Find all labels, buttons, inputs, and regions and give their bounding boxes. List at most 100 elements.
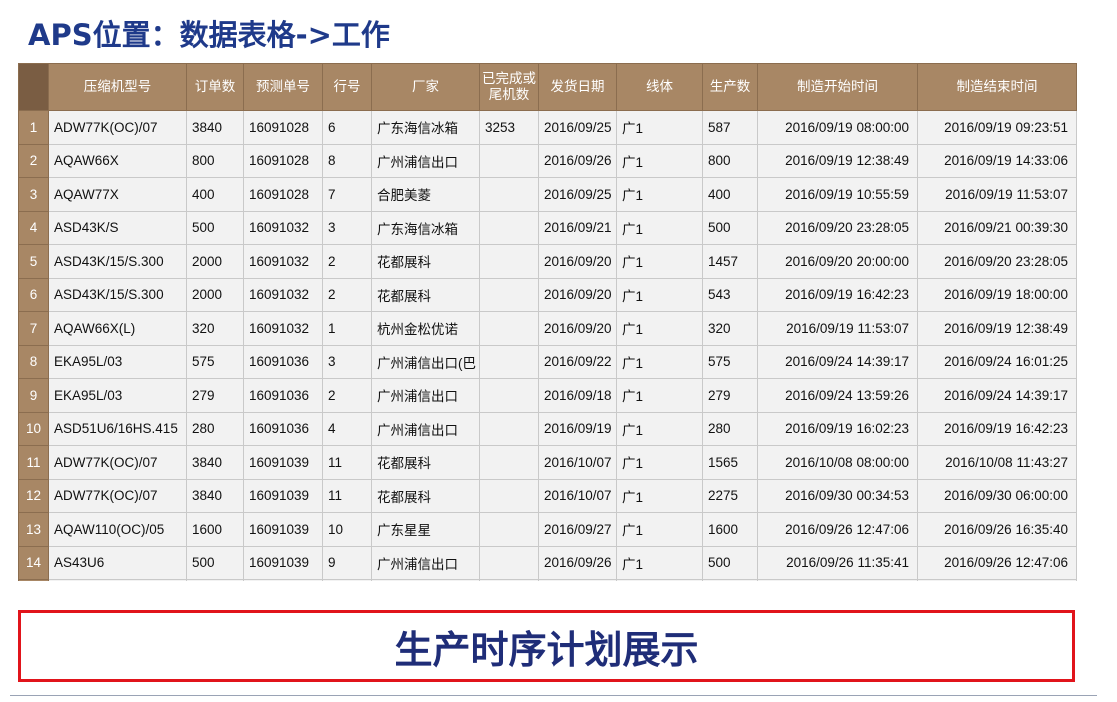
cell-line[interactable]: [616, 579, 703, 581]
cell-orders[interactable]: 800: [186, 143, 244, 178]
cell-forecast[interactable]: 16091032: [243, 311, 323, 346]
cell-end[interactable]: 2016/09/21 00:39:30: [917, 210, 1077, 245]
cell-line-no[interactable]: 1: [322, 311, 372, 346]
column-header[interactable]: 订单数: [186, 63, 244, 111]
cell-qty[interactable]: 575: [702, 344, 758, 379]
cell-ship[interactable]: 2016/09/20: [538, 244, 617, 279]
cell-ship[interactable]: 2016/10/07: [538, 445, 617, 480]
cell-ship[interactable]: 2016/09/26: [538, 545, 617, 580]
cell-end[interactable]: 2016/09/20 23:28:05: [917, 244, 1077, 279]
cell-orders[interactable]: 320: [186, 311, 244, 346]
cell-line[interactable]: 广1: [616, 478, 703, 513]
column-header[interactable]: 制造结束时间: [917, 63, 1077, 111]
cell-end[interactable]: 2016/09/19 16:42:23: [917, 411, 1077, 446]
row-number[interactable]: 9: [18, 378, 49, 413]
table-row[interactable]: 7 AQAW66X(L) 320 16091032 1 杭州金松优诺 2016/09/20 广…: [18, 311, 1077, 346]
cell-end[interactable]: 2016/09/24 14:39:17: [917, 378, 1077, 413]
column-header[interactable]: 预测单号: [243, 63, 323, 111]
row-number[interactable]: 5: [18, 244, 49, 279]
cell-vendor[interactable]: 花都展科: [371, 445, 480, 480]
cell-line[interactable]: 广1: [616, 445, 703, 480]
cell-model[interactable]: ASD43K/S: [48, 210, 187, 245]
row-number[interactable]: 7: [18, 311, 49, 346]
cell-model[interactable]: AQAW77X: [48, 177, 187, 212]
cell-ship[interactable]: 2016/09/18: [538, 378, 617, 413]
cell-line-no[interactable]: 4: [322, 411, 372, 446]
cell-start[interactable]: 2016/09/19 10:55:59: [757, 177, 918, 212]
cell-model[interactable]: [48, 579, 187, 581]
cell-qty[interactable]: [702, 579, 758, 581]
cell-qty[interactable]: 800: [702, 143, 758, 178]
cell-qty[interactable]: 2275: [702, 478, 758, 513]
cell-vendor[interactable]: 广州浦信出口: [371, 545, 480, 580]
cell-done[interactable]: [479, 478, 539, 513]
cell-vendor[interactable]: 花都展科: [371, 244, 480, 279]
cell-forecast[interactable]: 16091036: [243, 378, 323, 413]
cell-orders[interactable]: 3840: [186, 445, 244, 480]
cell-start[interactable]: 2016/09/20 23:28:05: [757, 210, 918, 245]
cell-line[interactable]: 广1: [616, 311, 703, 346]
table-row[interactable]: 9 EKA95L/03 279 16091036 2 广州浦信出口 2016/09/18 广1…: [18, 378, 1077, 413]
cell-line-no[interactable]: 6: [322, 110, 372, 145]
cell-model[interactable]: AS43U6: [48, 545, 187, 580]
cell-start[interactable]: 2016/09/19 12:38:49: [757, 143, 918, 178]
cell-forecast[interactable]: 16091039: [243, 545, 323, 580]
column-header[interactable]: 压缩机型号: [48, 63, 187, 111]
cell-start[interactable]: 2016/10/08 08:00:00: [757, 445, 918, 480]
cell-vendor[interactable]: 广东海信冰箱: [371, 210, 480, 245]
table-row[interactable]: 2 AQAW66X 800 16091028 8 广州浦信出口 2016/09/26 广1 80…: [18, 143, 1077, 178]
table-row[interactable]: 8 EKA95L/03 575 16091036 3 广州浦信出口(巴 2016/09/22…: [18, 344, 1077, 379]
cell-vendor[interactable]: 合肥美菱: [371, 177, 480, 212]
row-number[interactable]: 13: [18, 512, 49, 547]
cell-qty[interactable]: 1565: [702, 445, 758, 480]
cell-orders[interactable]: 2000: [186, 277, 244, 312]
cell-qty[interactable]: 587: [702, 110, 758, 145]
row-number[interactable]: 8: [18, 344, 49, 379]
table-row[interactable]: 3 AQAW77X 400 16091028 7 合肥美菱 2016/09/25 广1 400 2…: [18, 177, 1077, 212]
cell-forecast[interactable]: [243, 579, 323, 581]
cell-forecast[interactable]: 16091039: [243, 478, 323, 513]
row-number[interactable]: 10: [18, 411, 49, 446]
row-number[interactable]: 3: [18, 177, 49, 212]
table-row[interactable]: 1 ADW77K(OC)/07 3840 16091028 6 广东海信冰箱 3253 201…: [18, 110, 1077, 145]
cell-qty[interactable]: 1457: [702, 244, 758, 279]
cell-done[interactable]: [479, 311, 539, 346]
cell-start[interactable]: 2016/09/24 14:39:17: [757, 344, 918, 379]
cell-qty[interactable]: 320: [702, 311, 758, 346]
cell-line[interactable]: 广1: [616, 210, 703, 245]
cell-model[interactable]: ASD43K/15/S.300: [48, 244, 187, 279]
cell-line[interactable]: 广1: [616, 244, 703, 279]
column-header[interactable]: 生产数: [702, 63, 758, 111]
row-number[interactable]: 14: [18, 545, 49, 580]
cell-done[interactable]: [479, 244, 539, 279]
cell-qty[interactable]: 400: [702, 177, 758, 212]
cell-forecast[interactable]: 16091028: [243, 177, 323, 212]
row-number[interactable]: 2: [18, 143, 49, 178]
table-row[interactable]: 4 ASD43K/S 500 16091032 3 广东海信冰箱 2016/09/21 广1 5…: [18, 210, 1077, 245]
cell-line[interactable]: 广1: [616, 277, 703, 312]
cell-done[interactable]: [479, 344, 539, 379]
cell-done[interactable]: [479, 277, 539, 312]
cell-model[interactable]: EKA95L/03: [48, 378, 187, 413]
cell-line[interactable]: 广1: [616, 177, 703, 212]
row-number[interactable]: 1: [18, 110, 49, 145]
cell-model[interactable]: ASD43K/15/S.300: [48, 277, 187, 312]
cell-end[interactable]: 2016/09/19 09:23:51: [917, 110, 1077, 145]
cell-done[interactable]: [479, 545, 539, 580]
cell-ship[interactable]: 2016/09/26: [538, 143, 617, 178]
cell-done[interactable]: [479, 445, 539, 480]
table-row[interactable]: 14 AS43U6 500 16091039 9 广州浦信出口 2016/09/26 广1 50…: [18, 545, 1077, 580]
cell-model[interactable]: EKA95L/03: [48, 344, 187, 379]
cell-end[interactable]: 2016/09/30 06:00:00: [917, 478, 1077, 513]
cell-vendor[interactable]: 广州浦信出口(巴: [371, 344, 480, 379]
cell-start[interactable]: 2016/09/19 11:53:07: [757, 311, 918, 346]
cell-qty[interactable]: 500: [702, 545, 758, 580]
cell-orders[interactable]: 500: [186, 210, 244, 245]
cell-line-no[interactable]: 9: [322, 545, 372, 580]
cell-vendor[interactable]: 广州浦信出口: [371, 378, 480, 413]
cell-done[interactable]: [479, 210, 539, 245]
cell-orders[interactable]: 279: [186, 378, 244, 413]
cell-done[interactable]: 3253: [479, 110, 539, 145]
cell-ship[interactable]: 2016/09/27: [538, 512, 617, 547]
cell-line[interactable]: 广1: [616, 143, 703, 178]
